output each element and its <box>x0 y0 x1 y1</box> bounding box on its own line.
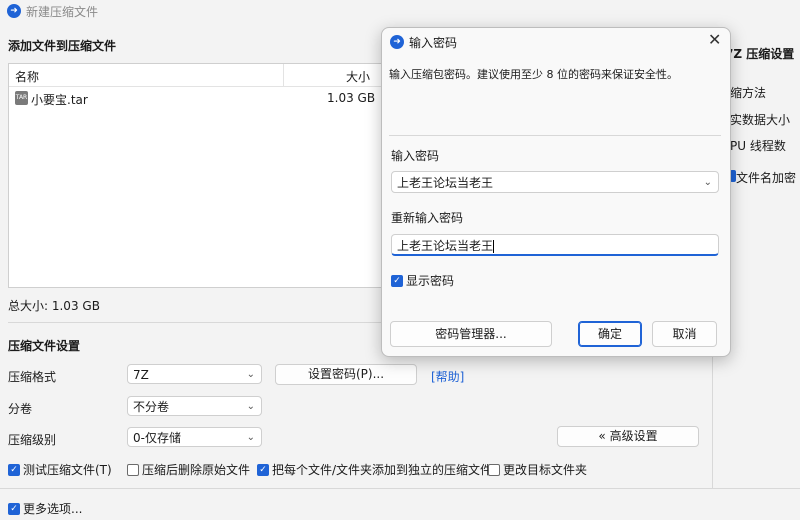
tar-file-icon: TAR <box>15 91 28 105</box>
title-bar: ➜ 新建压缩文件 <box>0 0 800 22</box>
file-size: 1.03 GB <box>327 91 376 105</box>
password-field[interactable]: 上老王论坛当老王 ⌄ <box>391 171 719 193</box>
password-manager-button[interactable]: 密码管理器... <box>390 321 552 347</box>
column-size[interactable]: 大小 <box>346 68 370 85</box>
cancel-button[interactable]: 取消 <box>652 321 717 347</box>
confirm-password-value: 上老王论坛当老王 <box>397 239 494 253</box>
set-password-button[interactable]: 设置密码(P)... <box>275 364 417 385</box>
separate-archives-label: 把每个文件/文件夹添加到独立的压缩文件 <box>272 463 493 477</box>
settings-section-title: 压缩文件设置 <box>8 339 81 353</box>
file-name: 小要宝.tar <box>31 93 88 107</box>
format-value: 7Z <box>133 368 149 382</box>
dialog-title: 输入密码 <box>409 36 458 50</box>
level-select[interactable]: 0-仅存储 ⌄ <box>127 427 262 447</box>
window-title: 新建压缩文件 <box>26 5 99 19</box>
dialog-divider <box>389 135 721 136</box>
column-name[interactable]: 名称 <box>15 68 39 85</box>
dialog-app-icon: ➜ <box>390 35 404 49</box>
chevron-down-icon: ⌄ <box>246 369 255 380</box>
encrypt-names-label: 文件名加密 <box>736 171 797 185</box>
delete-original-option[interactable]: 压缩后删除原始文件 <box>127 461 250 478</box>
footer-divider <box>0 488 800 489</box>
ok-button[interactable]: 确定 <box>578 321 642 347</box>
format-select[interactable]: 7Z ⌄ <box>127 364 262 384</box>
delete-original-label: 压缩后删除原始文件 <box>142 463 251 477</box>
separate-archives-option[interactable]: ✓ 把每个文件/文件夹添加到独立的压缩文件 <box>257 461 492 478</box>
app-icon: ➜ <box>7 4 21 18</box>
cpu-threads-label: PU 线程数 <box>730 139 786 153</box>
confirm-password-label: 重新输入密码 <box>391 211 464 225</box>
help-link[interactable]: [帮助] <box>431 368 464 385</box>
separate-archives-checkbox[interactable]: ✓ <box>257 463 269 476</box>
password-value: 上老王论坛当老王 <box>397 176 494 190</box>
compression-method-label: 缩方法 <box>730 86 767 100</box>
file-list[interactable]: 名称 大小 TAR 小要宝.tar 1.03 GB <box>8 63 384 288</box>
advanced-settings-button[interactable]: « 高级设置 <box>557 426 699 447</box>
more-options-checkbox[interactable]: ✓ <box>8 502 20 515</box>
test-archive-checkbox[interactable]: ✓ <box>8 463 20 476</box>
split-value: 不分卷 <box>133 400 170 414</box>
test-archive-option[interactable]: ✓ 测试压缩文件(T) <box>8 461 112 478</box>
change-folder-label: 更改目标文件夹 <box>503 463 588 477</box>
show-password-checkbox[interactable]: ✓ <box>391 274 403 287</box>
file-list-header: 名称 大小 <box>9 64 383 87</box>
confirm-password-field[interactable]: 上老王论坛当老王 <box>391 234 719 256</box>
chevron-down-icon[interactable]: ⌄ <box>704 172 712 194</box>
show-password-option[interactable]: ✓ 显示密码 <box>391 272 454 289</box>
show-password-label: 显示密码 <box>406 274 455 288</box>
data-size-label: 实数据大小 <box>730 113 791 127</box>
chevron-down-icon: ⌄ <box>246 401 255 412</box>
format-label: 压缩格式 <box>8 370 57 384</box>
chevron-down-icon: ⌄ <box>246 432 255 443</box>
delete-original-checkbox[interactable] <box>127 463 139 476</box>
split-label: 分卷 <box>8 402 33 416</box>
level-value: 0-仅存储 <box>133 431 181 445</box>
dialog-description: 输入压缩包密码。建议使用至少 8 位的密码来保证安全性。 <box>389 68 678 81</box>
text-cursor <box>493 240 495 253</box>
change-folder-option[interactable]: 更改目标文件夹 <box>488 461 587 478</box>
more-options-option[interactable]: ✓ 更多选项... <box>8 500 82 517</box>
files-section-title: 添加文件到压缩文件 <box>8 39 117 53</box>
close-icon[interactable]: ✕ <box>708 30 721 49</box>
column-divider[interactable] <box>283 64 284 86</box>
level-label: 压缩级别 <box>8 433 57 447</box>
more-options-label: 更多选项... <box>23 502 83 516</box>
table-row[interactable]: TAR 小要宝.tar 1.03 GB <box>9 88 383 108</box>
total-size: 总大小: 1.03 GB <box>8 299 100 313</box>
password-dialog: ➜ 输入密码 ✕ 输入压缩包密码。建议使用至少 8 位的密码来保证安全性。 输入… <box>381 27 731 357</box>
password-label: 输入密码 <box>391 149 440 163</box>
test-archive-label: 测试压缩文件(T) <box>23 463 112 477</box>
change-folder-checkbox[interactable] <box>488 463 500 476</box>
split-select[interactable]: 不分卷 ⌄ <box>127 396 262 416</box>
right-panel-title: 7Z 压缩设置 <box>725 47 795 61</box>
